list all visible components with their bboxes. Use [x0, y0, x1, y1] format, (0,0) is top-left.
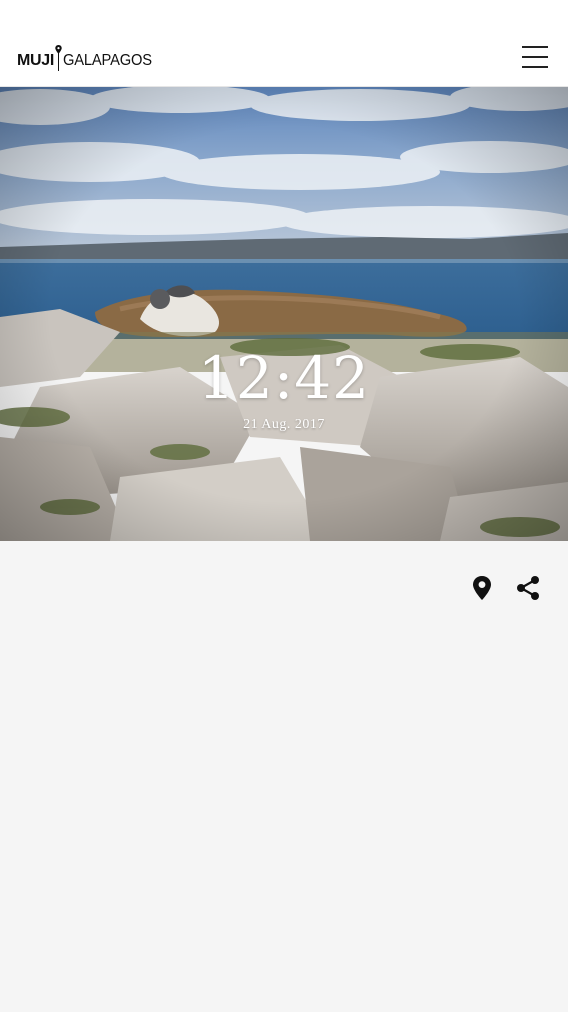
share-icon[interactable] [515, 575, 541, 601]
clock-time: 12:42 [197, 344, 371, 412]
site-header: MUJI GALAPAGOS [0, 0, 568, 87]
map-pin-icon[interactable] [470, 575, 494, 601]
location-pin-icon [55, 45, 62, 54]
hamburger-menu-icon[interactable] [522, 46, 548, 68]
hero-photo-banner: 12:42 21 Aug. 2017 [0, 87, 568, 541]
logo-pin-marker [55, 45, 62, 71]
action-bar [0, 541, 568, 631]
logo-place-text: GALAPAGOS [63, 52, 152, 69]
clock-date: 21 Aug. 2017 [243, 417, 325, 432]
logo-brand-text: MUJI [17, 52, 55, 69]
muji-galapagos-logo[interactable]: MUJI GALAPAGOS [17, 38, 160, 72]
seal-and-gull-photo [0, 87, 568, 541]
